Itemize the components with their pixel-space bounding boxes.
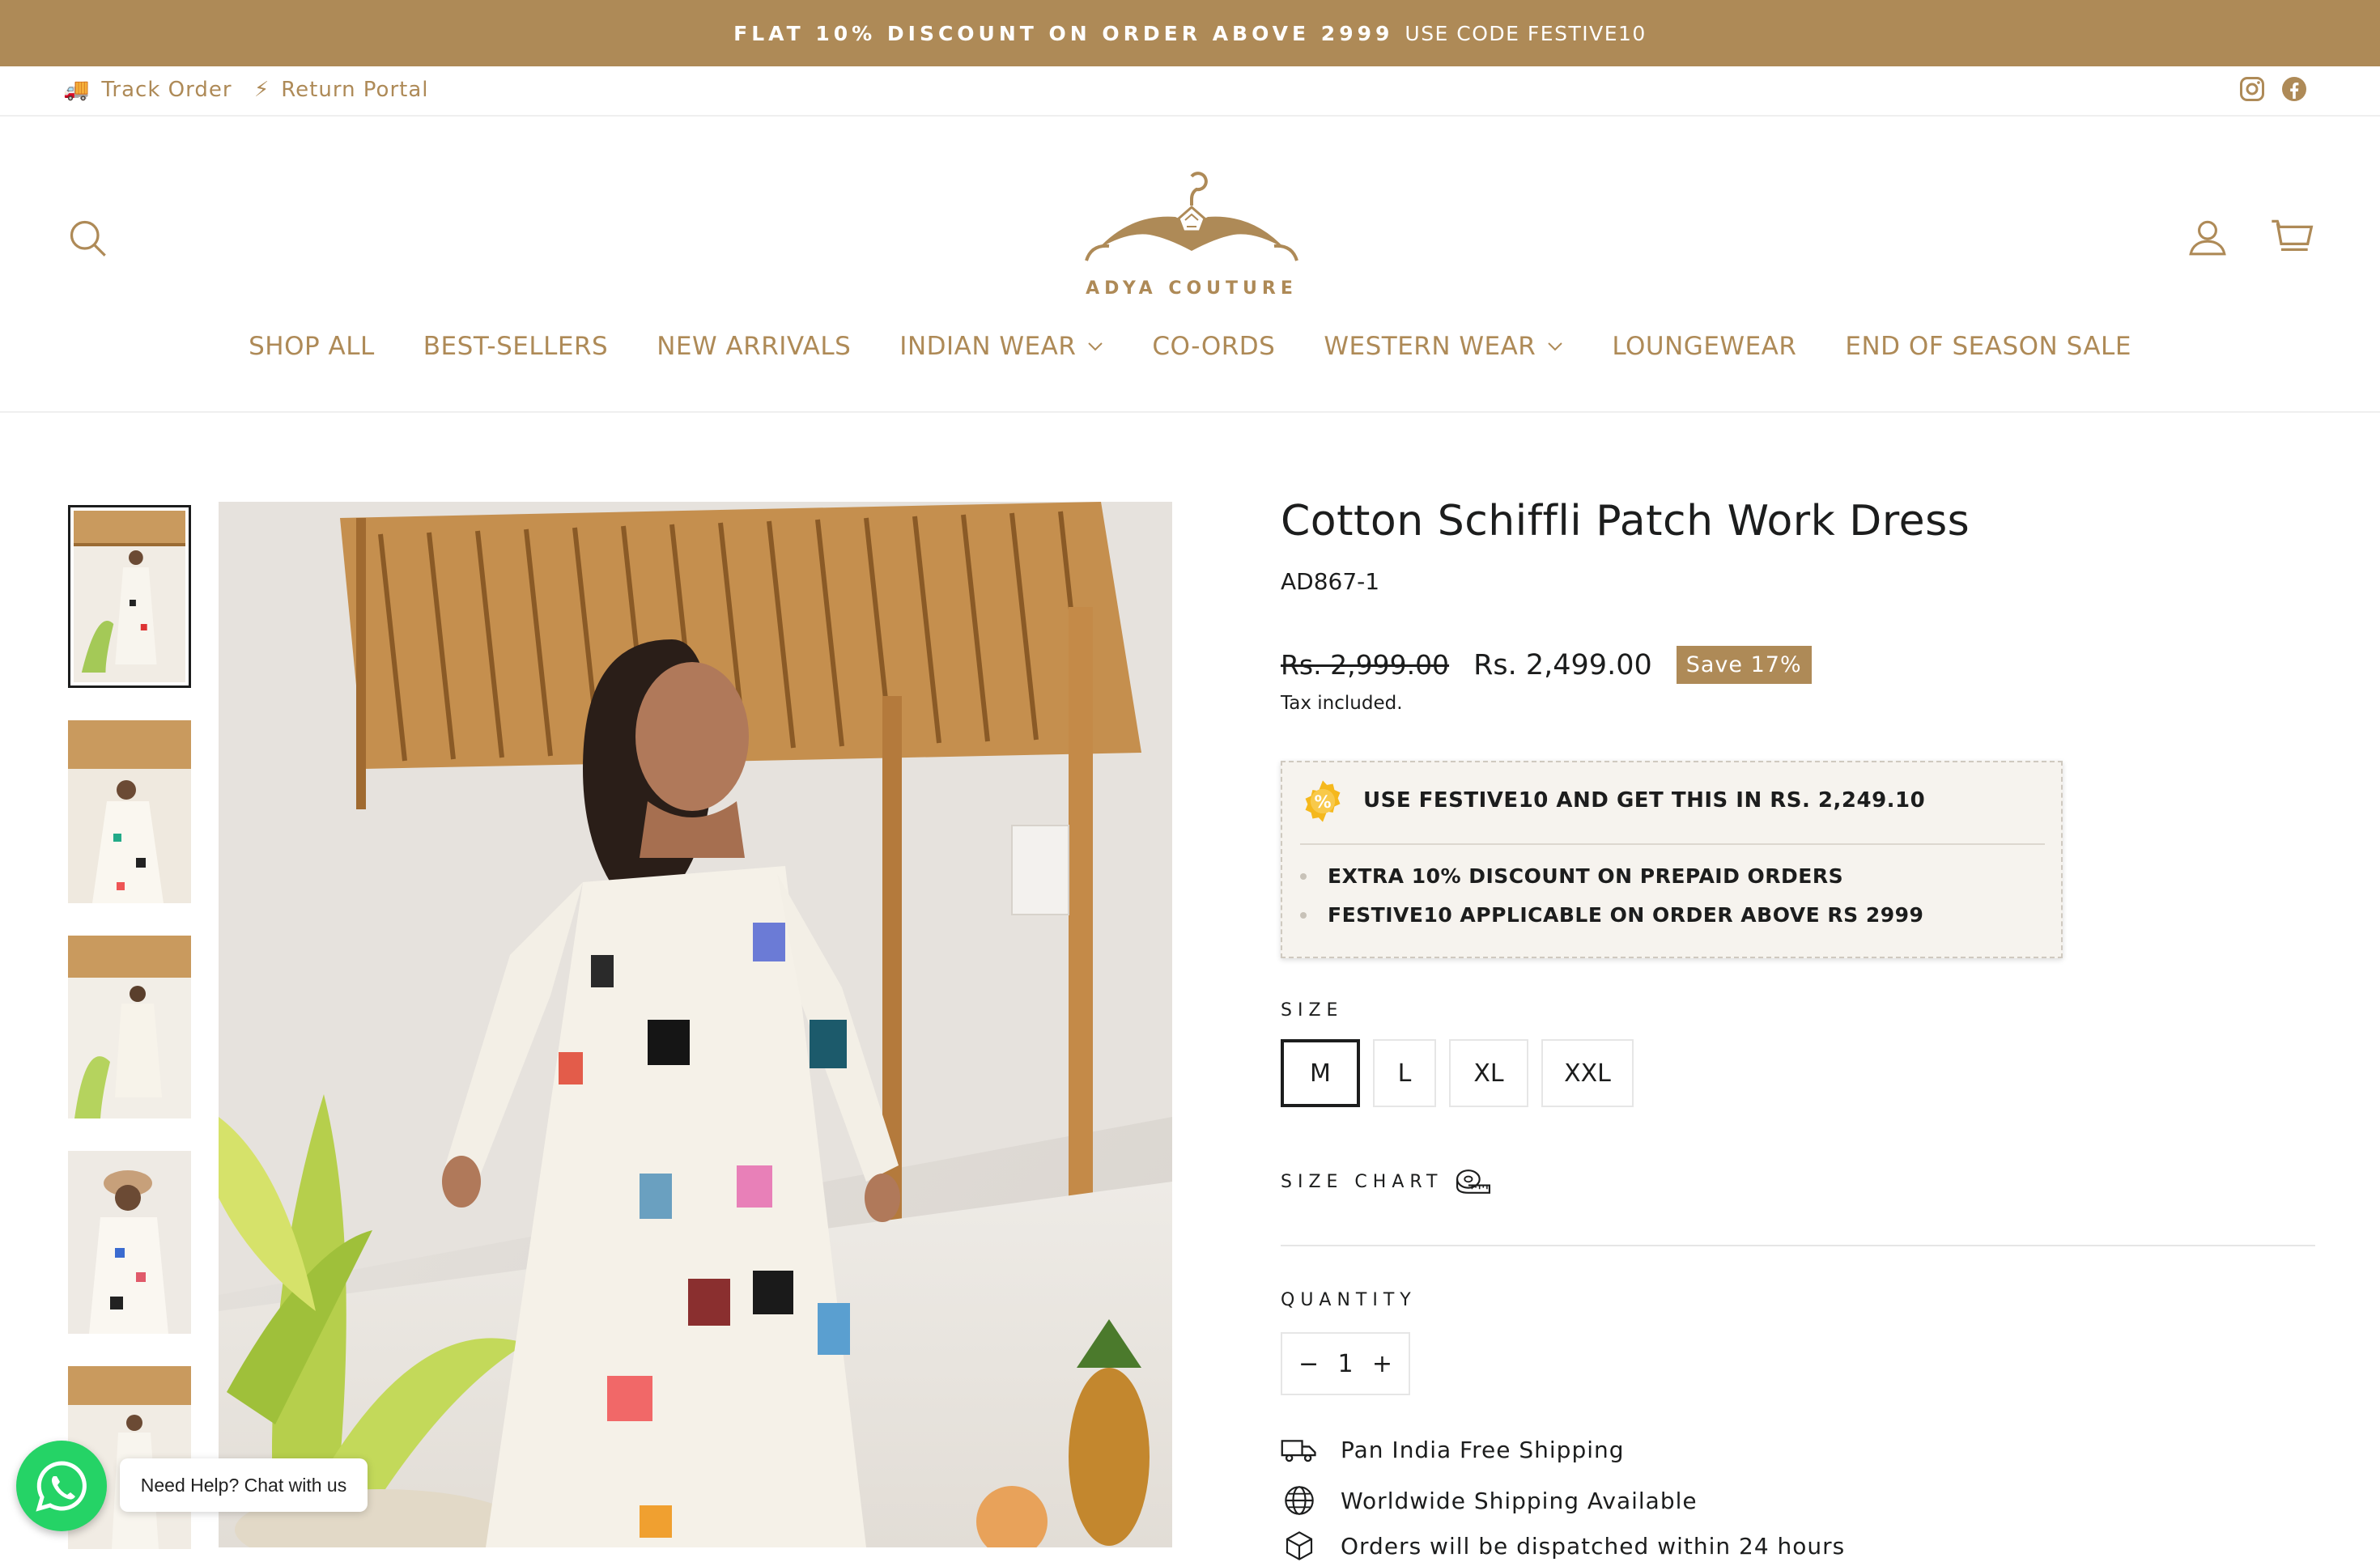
box-icon [1286,1531,1313,1560]
feature-item: Worldwide Shipping Available [1281,1484,1698,1517]
announcement-code: USE CODE FESTIVE10 [1405,21,1647,45]
nav-best-sellers[interactable]: BEST-SELLERS [399,332,632,361]
nav-co-ords[interactable]: CO-ORDS [1128,332,1299,361]
whatsapp-icon [36,1461,87,1512]
account-icon[interactable] [2187,217,2228,257]
return-portal-link[interactable]: ⚡ Return Portal [254,78,429,102]
feature-item: Orders will be dispatched within 24 hour… [1281,1530,1845,1562]
size-option-m[interactable]: M [1281,1039,1360,1107]
thumbnail-image [68,1151,191,1334]
track-order-label: Track Order [101,78,232,102]
thumbnail-image [68,936,191,1118]
nav-indian-wear[interactable]: INDIAN WEAR [875,332,1128,361]
thumbnail-image [68,720,191,903]
quantity-stepper: − 1 + [1281,1332,1410,1395]
price-row: Rs. 2,999.00 Rs. 2,499.00 Save 17% [1281,646,1812,684]
product-thumbnail[interactable] [68,720,191,903]
product-thumbnail[interactable] [68,505,191,688]
announcement-bar: FLAT 10% DISCOUNT ON ORDER ABOVE 2999 US… [0,0,2380,66]
product-thumbnail[interactable] [68,936,191,1118]
size-label: SIZE [1281,1000,1344,1021]
size-option-l[interactable]: L [1373,1039,1436,1107]
return-portal-label: Return Portal [281,78,429,102]
bullet-dot [1300,872,1307,880]
svg-text:%: % [1314,792,1331,812]
size-option-xxl[interactable]: XXL [1541,1039,1634,1107]
save-badge: Save 17% [1676,646,1812,684]
globe-icon [1285,1486,1314,1515]
offer-box: % USE FESTIVE10 AND GET THIS IN RS. 2,24… [1281,761,2063,958]
main-nav: SHOP ALL BEST-SELLERS NEW ARRIVALS INDIA… [0,332,2380,361]
nav-new-arrivals[interactable]: NEW ARRIVALS [632,332,875,361]
quantity-plus-button[interactable]: + [1372,1350,1392,1378]
header-divider [0,411,2380,413]
offer-headline: USE FESTIVE10 AND GET THIS IN RS. 2,249.… [1363,788,1926,813]
brand-name: ADYA COUTURE [1086,278,1298,299]
truck-icon [1281,1440,1316,1462]
compare-price: Rs. 2,999.00 [1281,649,1450,681]
facebook-icon[interactable] [2280,74,2309,104]
product-photo [219,502,1172,1547]
truck-icon: 🚚 [63,78,91,102]
chevron-down-icon [1548,342,1563,351]
brand-logo[interactable] [1082,172,1302,277]
measuring-tape-icon [1456,1169,1490,1194]
nav-loungewear[interactable]: LOUNGEWEAR [1587,332,1821,361]
offer-bullet: FESTIVE10 APPLICABLE ON ORDER ABOVE RS 2… [1300,903,1923,927]
whatsapp-chat-button[interactable] [16,1441,107,1531]
instagram-icon[interactable] [2238,74,2267,104]
bolt-icon: ⚡ [254,78,270,102]
size-chart-label: SIZE CHART [1281,1171,1443,1192]
nav-end-of-season-sale[interactable]: END OF SEASON SALE [1821,332,2156,361]
search-icon[interactable] [66,217,108,259]
cart-icon[interactable] [2270,214,2315,259]
quantity-label: QUANTITY [1281,1290,1417,1310]
offer-bullet: EXTRA 10% DISCOUNT ON PREPAID ORDERS [1300,864,1843,888]
nav-western-wear[interactable]: WESTERN WEAR [1299,332,1587,361]
size-selector: M L XL XXL [1281,1039,1634,1107]
nav-shop-all[interactable]: SHOP ALL [224,332,399,361]
tax-note: Tax included. [1281,693,1403,714]
offer-divider [1300,843,2045,845]
size-option-xl[interactable]: XL [1449,1039,1528,1107]
track-order-link[interactable]: 🚚 Track Order [63,78,232,102]
product-thumbnail[interactable] [68,1151,191,1334]
thumbnail-image [74,511,185,682]
section-divider [1281,1245,2315,1246]
feature-item: Pan India Free Shipping [1281,1436,1625,1463]
discount-badge-icon: % [1305,780,1341,822]
sale-price: Rs. 2,499.00 [1473,648,1652,681]
chevron-down-icon [1088,342,1103,351]
quantity-minus-button[interactable]: − [1298,1350,1319,1378]
whatsapp-tooltip[interactable]: Need Help? Chat with us [120,1458,368,1512]
utility-bar: 🚚 Track Order ⚡ Return Portal [0,66,2380,117]
announcement-text: FLAT 10% DISCOUNT ON ORDER ABOVE 2999 [733,21,1394,45]
product-main-image[interactable] [219,502,1172,1547]
size-chart-link[interactable]: SIZE CHART [1281,1168,1492,1195]
quantity-input[interactable]: 1 [1337,1350,1353,1378]
bullet-dot [1300,911,1307,919]
product-sku: AD867-1 [1281,568,1380,595]
product-title: Cotton Schiffli Patch Work Dress [1281,497,1970,545]
